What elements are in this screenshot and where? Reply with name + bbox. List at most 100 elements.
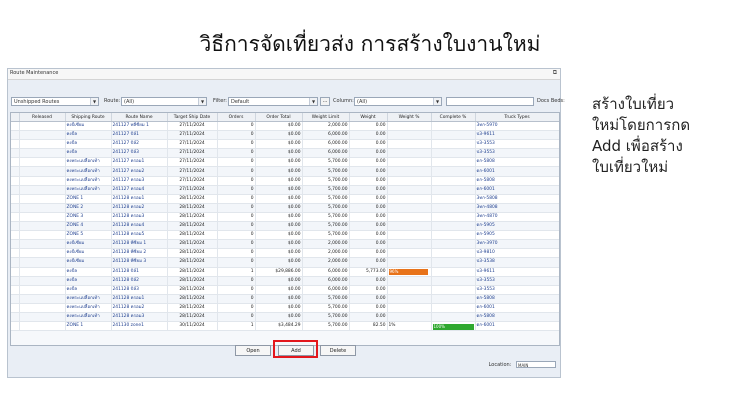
table-cell: 27/11/2024 [167, 130, 218, 141]
table-cell: 5,700.00 [302, 312, 350, 323]
table-cell: 241127 ครอม1 [111, 157, 168, 168]
table-cell: ป3-3553 [475, 148, 559, 159]
route-select[interactable]: (All) ▼ [121, 97, 207, 106]
table-cell [431, 176, 476, 186]
column-header[interactable]: Complete % [431, 113, 476, 122]
table-row[interactable]: คงบิ้ล 241128 บิล์2 28/11/2024 0 $0.00 6,000.… [11, 276, 559, 286]
table-cell: 241128 ครอม3 [111, 212, 168, 223]
table-row[interactable]: คงพระแปลือกเท้า 241128 ครอม2 28/11/2024 0 $0… [11, 303, 559, 313]
table-cell: 0 [217, 194, 256, 204]
table-row[interactable]: ZONE 1 241128 ครอม1 28/11/2024 0 $0.00 5,700.… [11, 194, 559, 204]
filter-label: Filter: [213, 98, 227, 104]
table-row[interactable]: ZONE 3 241128 ครอม3 28/11/2024 0 $0.00 5,700.… [11, 212, 559, 223]
table-cell [11, 294, 20, 304]
table-row[interactable]: ZONE 4 241128 ครอม4 28/11/2024 0 $0.00 5,700.… [11, 221, 559, 232]
column-header[interactable] [11, 113, 20, 122]
table-cell: ZONE 1 [65, 321, 112, 332]
table-row[interactable]: คงพระแปลือกเท้า 241127 ครอม4 27/11/2024 0 $0… [11, 185, 559, 195]
table-cell: 0.00 [349, 148, 388, 159]
table-row[interactable]: คงบิ้เซียม 241127 พลีซียม 1 27/11/2024 0 $0.… [11, 121, 559, 132]
column-select[interactable]: (All) ▼ [354, 97, 442, 106]
table-row[interactable]: คงบิ้ล 241128 บิล์3 28/11/2024 0 $0.00 6,000.… [11, 285, 559, 295]
table-row[interactable]: คงพระแปลือกเท้า 241128 ครอม3 28/11/2024 0 $0… [11, 312, 559, 323]
table-cell [387, 194, 432, 204]
table-row[interactable]: คงบิ้เซียม 241128 พีซียม 1 28/11/2024 0 $0.0… [11, 239, 559, 250]
table-row[interactable]: คงบิ้เซียม 241128 พีซียม 2 28/11/2024 0 $0.0… [11, 248, 559, 259]
delete-button[interactable]: Delete [320, 345, 356, 356]
table-cell [19, 139, 66, 150]
chevron-down-icon[interactable]: ▼ [433, 98, 441, 105]
table-cell: $29,886.00 [255, 267, 303, 277]
table-row[interactable]: คงบิ้ล 241127 บิล์1 27/11/2024 0 $0.00 6,000.… [11, 130, 559, 141]
open-button[interactable]: Open [235, 345, 271, 356]
search-label: Docs Beds: [537, 98, 565, 104]
table-row[interactable]: คงบิ้ล 241127 บิล์3 27/11/2024 0 $0.00 6,000.… [11, 148, 559, 159]
table-cell [19, 166, 66, 177]
table-cell [11, 239, 20, 250]
restore-icon[interactable]: ⧉ [553, 69, 557, 77]
table-row[interactable]: ZONE 5 241128 ครอม5 28/11/2024 0 $0.00 5,700.… [11, 230, 559, 241]
table-cell [11, 312, 20, 323]
table-cell [387, 303, 432, 313]
column-header[interactable]: Shipping Route [65, 113, 112, 122]
table-cell: 28/11/2024 [167, 267, 218, 277]
table-cell: คงบิ้ล [65, 139, 112, 150]
table-cell: 241128 ครอม1 [111, 194, 168, 204]
table-row[interactable]: ZONE 2 241128 ครอม2 28/11/2024 0 $0.00 5,700.… [11, 203, 559, 213]
table-row[interactable]: คงพระแปลือกเท้า 241127 ครอม2 27/11/2024 0 $0… [11, 166, 559, 177]
table-cell: 27/11/2024 [167, 148, 218, 159]
table-row[interactable]: คงบิ้เซียม 241128 พีซียม 3 28/11/2024 0 $0.0… [11, 257, 559, 268]
table-cell: 0.00 [349, 176, 388, 186]
table-cell: 27/11/2024 [167, 157, 218, 168]
table-cell: $0.00 [255, 239, 303, 250]
column-header[interactable]: Order Total [255, 113, 303, 122]
table-cell: 6,000.00 [302, 267, 350, 277]
table-row[interactable]: คงบิ้ล 241128 บิล์1 28/11/2024 1 $29,886.00 6… [11, 267, 559, 277]
table-cell [11, 176, 20, 186]
table-row[interactable]: คงบิ้ล 241127 บิล์2 27/11/2024 0 $0.00 6,000.… [11, 139, 559, 150]
table-cell: 5,700.00 [302, 185, 350, 195]
column-header[interactable]: Truck Types [475, 113, 559, 122]
column-header[interactable]: Route Name [111, 113, 168, 122]
column-header[interactable]: Released [19, 113, 66, 122]
table-cell: 0 [217, 303, 256, 313]
table-row[interactable]: คงพระแปลือกเท้า 241127 ครอม1 27/11/2024 0 $0… [11, 157, 559, 168]
table-cell: คงบิ้ล [65, 148, 112, 159]
table-cell [387, 185, 432, 195]
filter-edit-button[interactable]: ... [320, 97, 330, 106]
column-header[interactable]: Weight [349, 113, 388, 122]
table-cell: 0 [217, 176, 256, 186]
column-header[interactable]: Orders [217, 113, 256, 122]
search-input[interactable] [446, 97, 534, 106]
table-cell: คงบิ้เซียม [65, 121, 112, 132]
table-cell: คงพระแปลือกเท้า [65, 294, 112, 304]
table-cell: 0 [217, 294, 256, 304]
table-cell: คงบิ้ล [65, 267, 112, 277]
chevron-down-icon[interactable]: ▼ [309, 98, 317, 105]
table-cell: $0.00 [255, 248, 303, 259]
table-cell: $0.00 [255, 157, 303, 168]
chevron-down-icon[interactable]: ▼ [90, 98, 98, 105]
column-header[interactable]: Target Ship Date [167, 113, 218, 122]
column-header[interactable]: Weight Limit [302, 113, 350, 122]
table-cell: คงบิ้ล [65, 130, 112, 141]
table-row[interactable]: คงพระแปลือกเท้า 241128 ครอม1 28/11/2024 0 $0… [11, 294, 559, 304]
table-cell: 5,700.00 [302, 203, 350, 213]
chevron-down-icon[interactable]: ▼ [198, 98, 206, 105]
filter-select-value: Default [231, 99, 250, 105]
table-cell: 241130 zone1 [111, 321, 168, 332]
table-cell: ป3-9810 [475, 248, 559, 259]
location-field[interactable]: MAIN [516, 361, 556, 368]
table-row[interactable]: ZONE 1 241130 zone1 30/11/2024 1 $3,484.29 5,… [11, 321, 559, 332]
column-header[interactable]: Weight % [387, 113, 432, 122]
view-select[interactable]: Unshipped Routes ▼ [11, 97, 99, 106]
table-cell [431, 130, 476, 141]
filter-select[interactable]: Default ▼ [228, 97, 318, 106]
table-cell: 241127 บิล์1 [111, 130, 168, 141]
table-cell [11, 321, 20, 332]
table-cell [19, 230, 66, 241]
table-row[interactable]: คงพระแปลือกเท้า 241127 ครอม3 27/11/2024 0 $0… [11, 176, 559, 186]
table-cell [11, 130, 20, 141]
table-cell [387, 294, 432, 304]
table-cell [431, 121, 476, 132]
